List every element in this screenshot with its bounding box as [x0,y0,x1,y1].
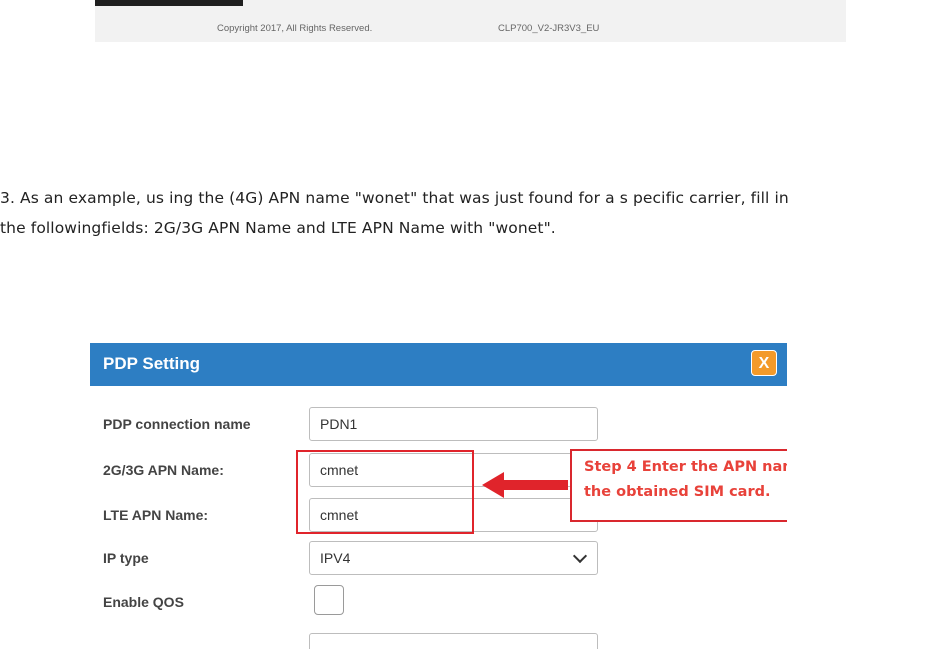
firmware-version: CLP700_V2-JR3V3_EU [498,23,600,34]
copyright-text: Copyright 2017, All Rights Reserved. [217,23,373,34]
enable-qos-checkbox[interactable] [314,585,344,615]
callout-line-1: Step 4 Enter the APN name of [584,459,787,475]
connection-name-input[interactable]: PDN1 [309,407,598,441]
footer-dark-block [95,0,243,6]
previous-page-footer: Copyright 2017, All Rights Reserved. CLP… [95,0,846,42]
ip-type-value: IPV4 [320,550,351,566]
apn-2g3g-label: 2G/3G APN Name: [103,462,224,478]
enable-qos-label: Enable QOS [103,594,184,610]
step-callout: Step 4 Enter the APN name of the obtaine… [570,449,787,522]
instruction-paragraph: 3. As an example, us ing the (4G) APN na… [0,183,942,243]
close-button[interactable]: X [751,350,777,376]
chevron-down-icon [572,548,588,564]
left-arrow-icon [482,472,568,498]
connection-name-label: PDP connection name [103,416,251,432]
apn-fields-highlight-box [296,450,474,534]
next-field-input[interactable] [309,633,598,649]
dialog-header: PDP Setting X [90,343,787,386]
lte-apn-label: LTE APN Name: [103,507,209,523]
ip-type-select[interactable]: IPV4 [309,541,598,575]
callout-line-2: the obtained SIM card. [584,484,771,500]
pdp-setting-dialog: PDP Setting X PDP connection name PDN1 2… [90,343,787,649]
instruction-line-2: the followingfields: 2G/3G APN Name and … [0,219,556,237]
dialog-title: PDP Setting [103,354,200,373]
close-icon: X [758,355,770,372]
ip-type-label: IP type [103,550,149,566]
instruction-line-1: 3. As an example, us ing the (4G) APN na… [0,189,789,207]
